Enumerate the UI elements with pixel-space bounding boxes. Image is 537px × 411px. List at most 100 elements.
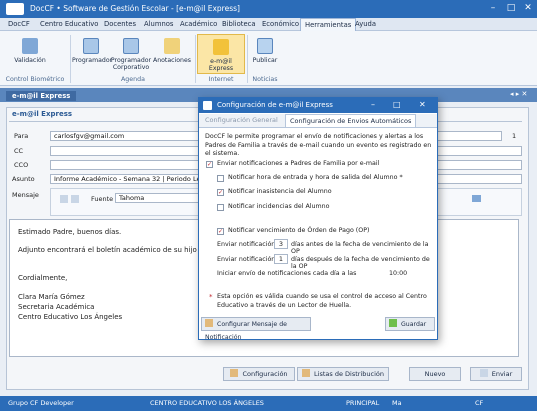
list-icon bbox=[302, 369, 311, 377]
listas-button[interactable]: Listas de Distribución bbox=[297, 367, 389, 381]
font-select[interactable]: Tahoma bbox=[115, 193, 207, 203]
configuracion-button[interactable]: Configuración bbox=[223, 367, 295, 381]
maximize-icon[interactable]: □ bbox=[506, 3, 516, 13]
programador-corporativo-button[interactable]: Programador Corporativo bbox=[110, 38, 152, 71]
opt-incidencias-label: Notificar incidencias del Alumno bbox=[228, 203, 330, 210]
chk-enviar[interactable]: ✓ bbox=[206, 161, 213, 168]
opt-hora-label: Notificar hora de entrada y hora de sali… bbox=[228, 174, 403, 181]
ribbon: Validación Control Biométrico Programado… bbox=[0, 31, 537, 86]
env1-post: días antes de la fecha de vencimiento de… bbox=[291, 241, 429, 255]
menu-docentes[interactable]: Docentes bbox=[104, 20, 136, 28]
publish-icon bbox=[257, 38, 273, 54]
programador-button[interactable]: Programador bbox=[72, 38, 112, 64]
recipient-count: 1 bbox=[512, 132, 517, 140]
keyboard-icon[interactable] bbox=[472, 195, 481, 202]
config-dialog: Configuración de e-m@il Express – □ ✕ Co… bbox=[198, 97, 438, 341]
config-mensaje-button[interactable]: Configurar Mensaje de Notificación bbox=[201, 317, 311, 341]
env2-post: días después de la fecha de vencimiento … bbox=[291, 256, 430, 270]
tab-email-express[interactable]: e-m@il Express bbox=[6, 91, 77, 101]
title-bar: DocCF • Software de Gestión Escolar - [e… bbox=[0, 0, 537, 18]
dialog-title: Configuración de e-m@il Express bbox=[217, 101, 333, 109]
env1-days-input[interactable]: 3 bbox=[274, 239, 288, 249]
env2-days-input[interactable]: 1 bbox=[274, 254, 288, 264]
status-bar: Grupo CF Developer CENTRO EDUCATIVO LOS … bbox=[0, 396, 537, 411]
user-check-icon bbox=[22, 38, 38, 54]
opt-orden-label: Notificar vencimiento de Órden de Pago (… bbox=[228, 227, 370, 234]
status-code: CF bbox=[475, 399, 484, 407]
menu-biblioteca[interactable]: Biblioteca bbox=[222, 20, 256, 28]
group-control-biometrico: Control Biométrico bbox=[5, 76, 65, 83]
dialog-tabs: Configuración General Configuración de E… bbox=[199, 114, 437, 128]
dialog-title-bar: Configuración de e-m@il Express – □ ✕ bbox=[199, 98, 437, 113]
menu-centro-educativo[interactable]: Centro Educativo bbox=[40, 20, 98, 28]
ribbon-divider bbox=[195, 35, 196, 83]
env2-pre: Enviar notificación bbox=[217, 256, 276, 263]
dialog-minimize-icon[interactable]: – bbox=[371, 100, 375, 109]
status-day: Ma bbox=[392, 399, 402, 407]
menu-ayuda[interactable]: Ayuda bbox=[355, 20, 376, 28]
iniciar-label: Iniciar envío de notificaciones cada día… bbox=[217, 270, 357, 277]
chk-hora[interactable] bbox=[217, 175, 224, 182]
menu-academico[interactable]: Académico bbox=[180, 20, 217, 28]
message-line: Cordialmente, bbox=[18, 274, 68, 282]
message-line: Clara María Gómez bbox=[18, 293, 85, 301]
group-internet: Internet bbox=[208, 76, 234, 83]
tab-nav-icon[interactable]: ◂ ▸ ✕ bbox=[510, 90, 527, 98]
tab-config-envios[interactable]: Configuración de Envios Automáticos bbox=[285, 114, 417, 127]
status-user: Grupo CF Developer bbox=[8, 399, 74, 407]
panel-title: e-m@il Express bbox=[12, 110, 73, 118]
window-title: DocCF • Software de Gestión Escolar - [e… bbox=[30, 4, 240, 13]
dialog-note: Esta opción es válida cuando se usa el c… bbox=[217, 293, 427, 309]
config-icon bbox=[205, 319, 213, 327]
iniciar-hora[interactable]: 10:00 bbox=[389, 270, 407, 277]
copy-icon[interactable] bbox=[60, 195, 68, 203]
send-icon bbox=[479, 369, 488, 377]
enviar-button[interactable]: Enviar bbox=[470, 367, 522, 381]
chk-inasistencia[interactable]: ✓ bbox=[217, 189, 224, 196]
status-site: PRINCIPAL bbox=[346, 399, 380, 407]
para-label: Para bbox=[14, 132, 29, 140]
menu-alumnos[interactable]: Alumnos bbox=[144, 20, 173, 28]
dialog-close-icon[interactable]: ✕ bbox=[419, 100, 426, 109]
config-icon bbox=[230, 369, 239, 377]
cc-label: CC bbox=[14, 147, 24, 155]
guardar-button[interactable]: Guardar bbox=[385, 317, 435, 331]
chk-orden[interactable]: ✓ bbox=[217, 228, 224, 235]
calendar-icon bbox=[83, 38, 99, 54]
menu-economico[interactable]: Económico bbox=[262, 20, 299, 28]
notes-icon bbox=[164, 38, 180, 54]
mensaje-label: Mensaje bbox=[12, 191, 39, 199]
validacion-button[interactable]: Validación bbox=[10, 38, 50, 64]
email-icon bbox=[213, 39, 229, 55]
publicar-button[interactable]: Publicar bbox=[250, 38, 280, 64]
dialog-maximize-icon[interactable]: □ bbox=[393, 100, 401, 109]
opt-enviar-label: Enviar notificaciones a Padres de Famili… bbox=[217, 160, 380, 167]
paste-icon[interactable] bbox=[71, 195, 79, 203]
app-logo-icon bbox=[6, 3, 24, 15]
menu-herramientas[interactable]: Herramientas bbox=[300, 18, 357, 31]
dialog-description: DocCF le permite programar el envío de n… bbox=[205, 133, 432, 157]
cco-label: CCO bbox=[14, 161, 29, 169]
fuente-label: Fuente bbox=[91, 195, 114, 203]
message-line: Secretaria Académica bbox=[18, 303, 95, 311]
asunto-label: Asunto bbox=[12, 175, 35, 183]
env1-pre: Enviar notificación bbox=[217, 241, 276, 248]
calendar-corporate-icon bbox=[123, 38, 139, 54]
menu-bar: DocCF Centro Educativo Docentes Alumnos … bbox=[0, 18, 537, 31]
chk-incidencias[interactable] bbox=[217, 204, 224, 211]
status-school: CENTRO EDUCATIVO LOS ÁNGELES bbox=[150, 399, 264, 407]
ribbon-divider bbox=[247, 35, 248, 83]
nuevo-button[interactable]: Nuevo bbox=[409, 367, 461, 381]
close-icon[interactable]: ✕ bbox=[523, 3, 533, 13]
save-icon bbox=[389, 319, 397, 327]
tab-config-general[interactable]: Configuración General bbox=[205, 116, 278, 124]
group-noticias: Noticias bbox=[252, 76, 278, 83]
menu-doccf[interactable]: DocCF bbox=[8, 20, 30, 28]
opt-inasistencia-label: Notificar inasistencia del Alumno bbox=[228, 188, 332, 195]
anotaciones-button[interactable]: Anotaciones bbox=[152, 38, 192, 64]
email-express-button[interactable]: e-m@il Express bbox=[197, 34, 245, 74]
dialog-app-icon bbox=[203, 101, 212, 110]
message-line: Estimado Padre, buenos días. bbox=[18, 228, 122, 236]
message-line: Adjunto encontrará el boletín académico … bbox=[18, 246, 197, 254]
minimize-icon[interactable]: – bbox=[488, 3, 498, 13]
